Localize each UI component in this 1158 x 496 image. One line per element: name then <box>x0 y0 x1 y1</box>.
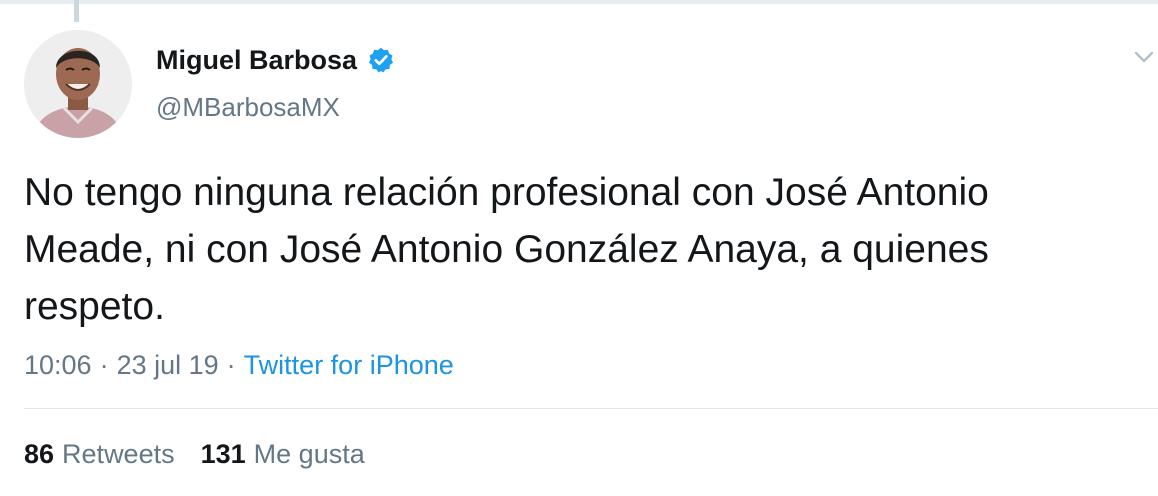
verified-badge-icon <box>367 46 395 74</box>
meta-separator: · <box>99 349 109 380</box>
divider <box>24 408 1158 409</box>
avatar-image <box>24 30 132 138</box>
thread-connector-line <box>74 0 79 22</box>
tweet-stats: 86 Retweets 131 Me gusta <box>24 436 365 472</box>
tweet-date[interactable]: 23 jul 19 <box>117 350 219 381</box>
chevron-down-icon[interactable] <box>1133 46 1155 68</box>
tweet-text: No tengo ninguna relación profesional co… <box>24 171 989 328</box>
tweet-metadata: 10:06 · 23 jul 19 · Twitter for iPhone <box>24 346 454 384</box>
meta-separator: · <box>226 349 236 380</box>
likes-count: 131 <box>200 438 246 469</box>
author-handle[interactable]: @MBarbosaMX <box>156 92 340 123</box>
top-border <box>0 0 1158 4</box>
retweets-count: 86 <box>24 438 55 469</box>
tweet-time[interactable]: 10:06 <box>24 350 92 381</box>
retweets-label: Retweets <box>62 438 175 469</box>
avatar[interactable] <box>24 30 132 138</box>
author-name-row[interactable]: Miguel Barbosa <box>156 40 395 80</box>
author-display-name[interactable]: Miguel Barbosa <box>156 45 357 76</box>
retweets-stat[interactable]: 86 Retweets <box>24 439 175 470</box>
likes-label: Me gusta <box>253 438 365 469</box>
likes-stat[interactable]: 131 Me gusta <box>201 439 365 470</box>
tweet-source-link[interactable]: Twitter for iPhone <box>244 350 454 381</box>
